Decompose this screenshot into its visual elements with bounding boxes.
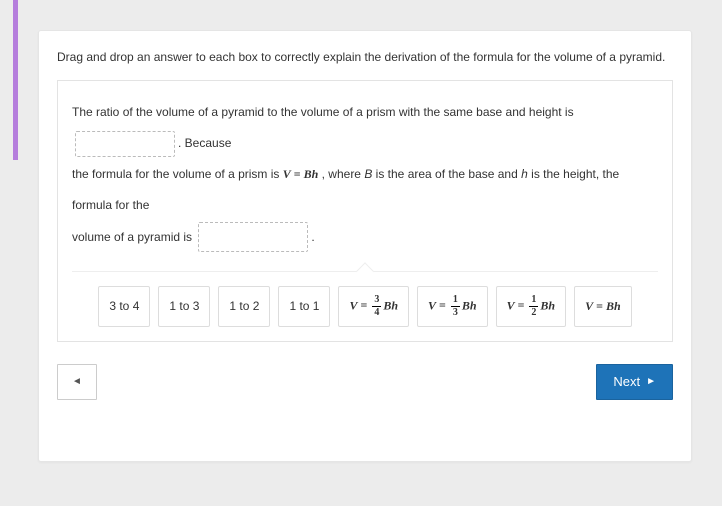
formula-3-4-bh: V=34Bh bbox=[349, 295, 398, 318]
passage-seg-1b: . Because bbox=[178, 136, 231, 150]
drop-zone-2[interactable] bbox=[198, 222, 308, 252]
passage-text: The ratio of the volume of a pyramid to … bbox=[72, 97, 658, 253]
tiles-tray: 3 to 4 1 to 3 1 to 2 1 to 1 V=34Bh V=13B… bbox=[72, 271, 658, 327]
formula-1-3-bh: V=13Bh bbox=[428, 295, 477, 318]
passage-seg-2a: the formula for the volume of a prism is bbox=[72, 167, 283, 181]
tile-v-bh[interactable]: V=Bh bbox=[574, 286, 632, 327]
passage-box: The ratio of the volume of a pyramid to … bbox=[57, 80, 673, 342]
tile-1-to-2[interactable]: 1 to 2 bbox=[218, 286, 270, 327]
question-prompt: Drag and drop an answer to each box to c… bbox=[57, 49, 673, 66]
fraction-3-4: 34 bbox=[372, 295, 381, 318]
fraction-1-2: 12 bbox=[529, 295, 538, 318]
passage-seg-3b: . bbox=[311, 230, 314, 244]
nav-row: ◄ Next ► bbox=[57, 364, 673, 400]
passage-seg-2c: is the area of the base and bbox=[372, 167, 521, 181]
formula-bh: V=Bh bbox=[585, 299, 621, 314]
fraction-1-3: 13 bbox=[451, 295, 460, 318]
accent-bar bbox=[13, 0, 18, 160]
tile-1-to-3[interactable]: 1 to 3 bbox=[158, 286, 210, 327]
next-button[interactable]: Next ► bbox=[596, 364, 673, 400]
tile-3-to-4[interactable]: 3 to 4 bbox=[98, 286, 150, 327]
chevron-left-icon: ◄ bbox=[72, 376, 82, 387]
formula-1-2-bh: V=12Bh bbox=[507, 295, 556, 318]
tile-1-to-1[interactable]: 1 to 1 bbox=[278, 286, 330, 327]
tile-v-1-3-bh[interactable]: V=13Bh bbox=[417, 286, 488, 327]
prism-formula: V=Bh bbox=[283, 167, 319, 181]
passage-seg-2b: , where bbox=[318, 167, 364, 181]
tiles-row: 3 to 4 1 to 3 1 to 2 1 to 1 V=34Bh V=13B… bbox=[72, 286, 658, 327]
passage-seg-3a: volume of a pyramid is bbox=[72, 230, 192, 244]
prev-button[interactable]: ◄ bbox=[57, 364, 97, 400]
chevron-right-icon: ► bbox=[646, 376, 656, 387]
drop-zone-1[interactable] bbox=[75, 131, 175, 157]
tile-v-3-4-bh[interactable]: V=34Bh bbox=[338, 286, 409, 327]
tile-v-1-2-bh[interactable]: V=12Bh bbox=[496, 286, 567, 327]
var-h: h bbox=[521, 167, 528, 181]
question-card: Drag and drop an answer to each box to c… bbox=[38, 30, 692, 462]
passage-seg-1a: The ratio of the volume of a pyramid to … bbox=[72, 105, 574, 119]
next-label: Next bbox=[613, 374, 640, 389]
